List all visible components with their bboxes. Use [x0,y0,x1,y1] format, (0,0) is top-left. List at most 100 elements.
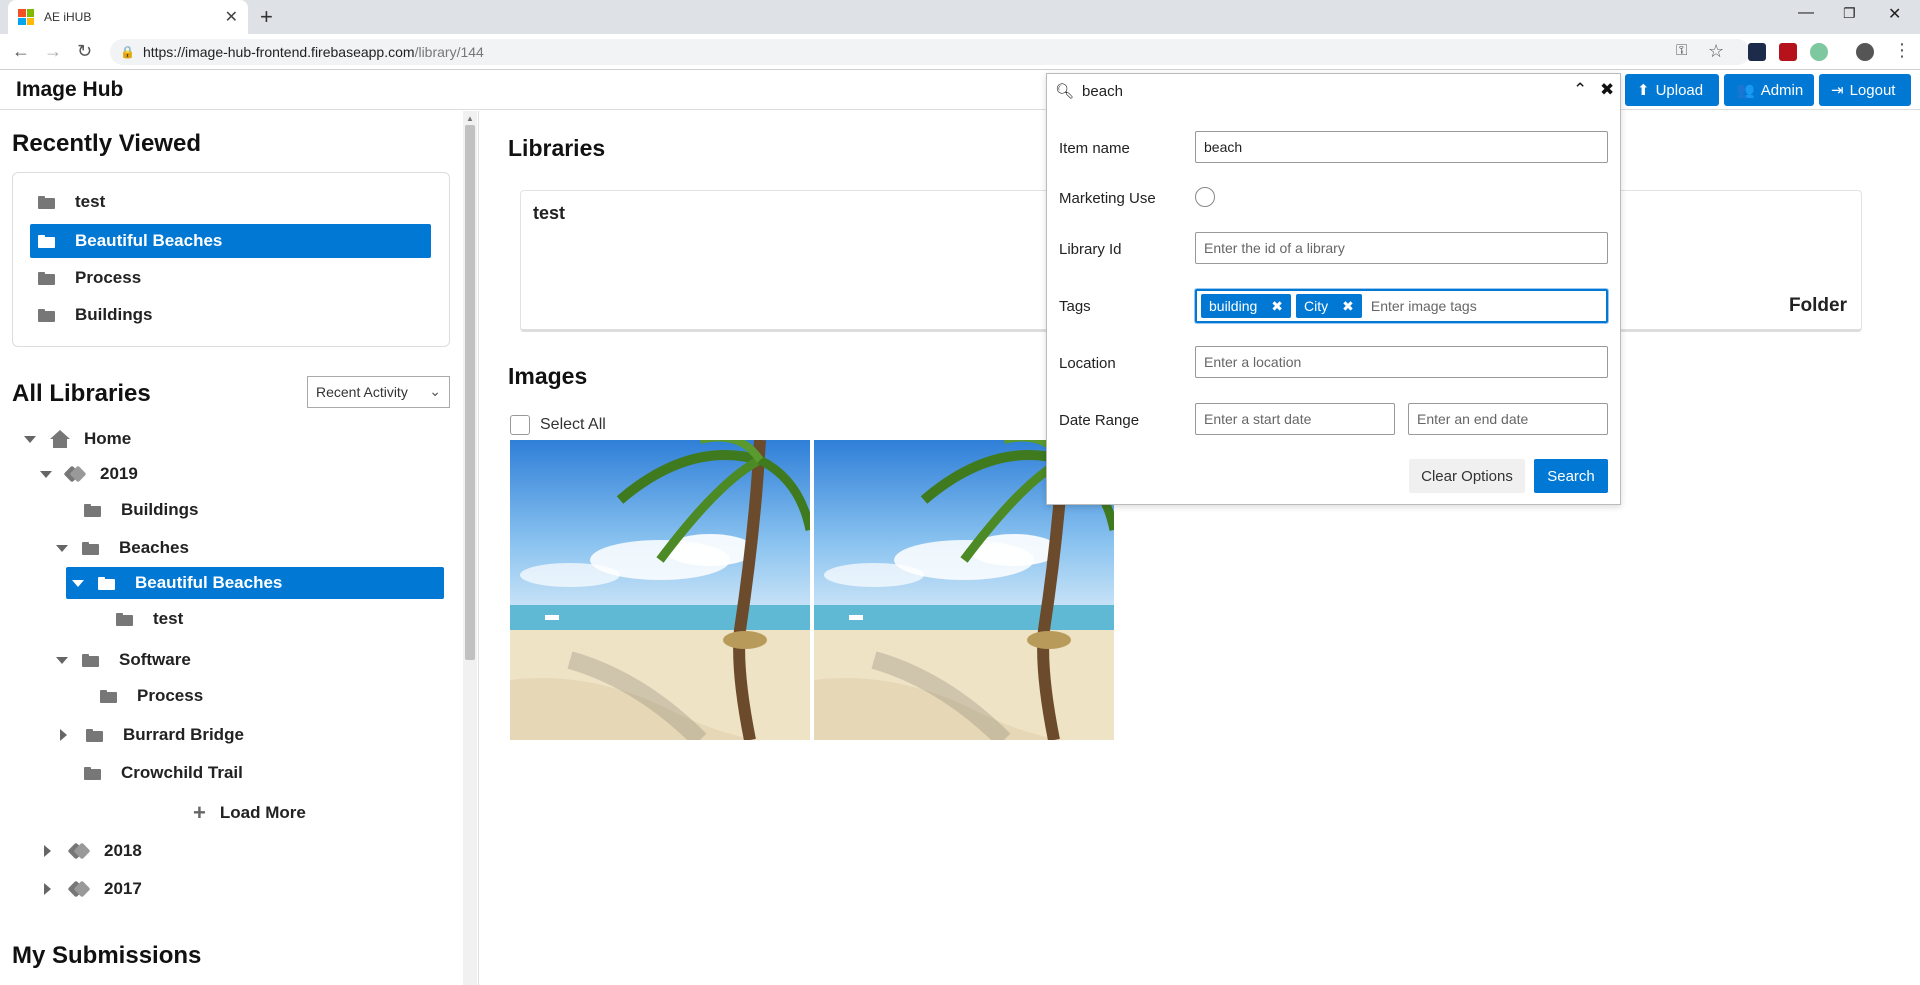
tree-item-beaches[interactable]: Beaches [56,532,189,564]
tree-item-buildings[interactable]: Buildings [84,494,198,526]
select-all-checkbox[interactable] [510,415,530,435]
tag-chip: City ✖ [1296,294,1362,318]
close-tab-icon[interactable]: ✕ [225,7,238,27]
recent-item-buildings[interactable]: Buildings [30,298,431,332]
sort-select[interactable]: Recent Activity ⌄ [307,376,450,408]
load-more-button[interactable]: + Load More [193,800,306,826]
recent-item-label: Process [75,268,142,287]
marketing-use-radio[interactable] [1195,187,1215,207]
images-heading: Images [508,363,588,389]
search-bar[interactable]: 🔍︎ beach [1047,74,1620,108]
tree-item-home[interactable]: Home [24,423,131,455]
tree-item-label: Process [137,686,204,705]
tree-item-label: Beaches [119,538,189,557]
clear-options-button[interactable]: Clear Options [1409,459,1525,493]
tree-item-process[interactable]: Process [100,680,203,712]
browser-tab[interactable]: AE iHUB ✕ [8,0,248,34]
tree-item-crowchild-trail[interactable]: Crowchild Trail [84,757,243,789]
search-query[interactable]: beach [1082,83,1123,100]
url-host: https://image-hub-frontend.firebaseapp.c… [142,44,415,60]
location-input[interactable]: Enter a location [1195,346,1608,378]
restore-icon[interactable]: ❐ [1843,5,1856,22]
recent-item-process[interactable]: Process [30,261,431,295]
item-name-input[interactable]: beach [1195,131,1608,163]
folder-icon [84,766,101,780]
tree-item-software[interactable]: Software [56,644,191,676]
forward-icon[interactable]: → [44,41,62,62]
item-name-value: beach [1204,139,1243,155]
tags-input[interactable]: building ✖ City ✖ Enter image tags [1195,289,1608,323]
ublock-icon[interactable] [1779,43,1797,61]
users-icon: 👥 [1736,82,1755,99]
expand-caret-icon[interactable] [44,845,51,857]
expand-caret-icon[interactable] [60,729,67,741]
start-date-placeholder: Enter a start date [1204,411,1312,427]
end-date-input[interactable]: Enter an end date [1408,403,1608,435]
chevron-down-icon: ⌄ [429,383,441,399]
collapse-caret-icon[interactable] [40,470,52,478]
select-all[interactable]: Select All [510,415,606,435]
upload-button-label: Upload [1655,81,1704,99]
admin-button[interactable]: 👥 Admin [1724,74,1814,106]
expand-caret-icon[interactable] [44,883,51,895]
logout-button[interactable]: ⇥ Logout [1819,74,1911,106]
recent-item-beautiful-beaches[interactable]: Beautiful Beaches [30,224,431,258]
folder-icon [82,653,99,667]
key-icon[interactable]: ⚿ [1676,42,1687,59]
tags-icon [70,844,90,858]
tree-item-burrard-bridge[interactable]: Burrard Bridge [58,719,244,751]
load-more-label: Load More [219,803,306,822]
bookmark-star-icon[interactable]: ☆ [1708,41,1724,62]
tree-item-beautiful-beaches[interactable]: Beautiful Beaches [66,567,444,599]
tree-item-test[interactable]: test [116,603,183,635]
collapse-caret-icon[interactable] [24,435,36,443]
browser-menu-icon[interactable]: ⋮ [1893,40,1911,61]
plus-icon: + [193,800,206,825]
tree-item-label: Crowchild Trail [121,763,243,782]
recent-item-label: Buildings [75,305,153,324]
back-icon[interactable]: ← [12,41,30,62]
recent-item-test[interactable]: test [30,185,431,219]
image-thumbnail[interactable] [510,440,810,740]
minimize-icon[interactable]: — [1798,4,1814,22]
new-tab-icon[interactable]: + [260,4,273,30]
upload-icon: ⬆ [1637,82,1650,99]
start-date-input[interactable]: Enter a start date [1195,403,1395,435]
app-brand[interactable]: Image Hub [16,78,123,102]
address-bar[interactable]: 🔒 https://image-hub-frontend.firebaseapp… [110,39,1750,65]
browser-tabstrip: AE iHUB ✕ + — ❐ ✕ [0,0,1920,34]
sidebar-scroll-thumb[interactable] [465,125,475,660]
app-header: Image Hub ⬆ Upload 👥 Admin ⇥ Logout [0,70,1920,110]
tree-item-label: 2017 [104,879,142,898]
remove-tag-icon[interactable]: ✖ [1271,298,1283,315]
folder-icon [98,576,115,590]
react-devtools-icon[interactable] [1748,43,1766,61]
folder-icon [116,612,133,626]
tag-chip-label: building [1209,298,1258,314]
tree-item-2017[interactable]: 2017 [42,873,142,905]
lock-icon: 🔒 [120,45,135,59]
chevron-up-icon[interactable]: ⌃ [1573,80,1587,100]
browser-toolbar: ← → ↻ 🔒 https://image-hub-frontend.fireb… [0,34,1920,70]
home-icon [50,430,70,448]
search-button[interactable]: Search [1534,459,1608,493]
close-icon[interactable]: ✖ [1600,80,1614,100]
window-close-icon[interactable]: ✕ [1888,4,1901,24]
tag-chip-label: City [1304,298,1329,314]
collapse-caret-icon[interactable] [56,544,68,552]
collapse-caret-icon[interactable] [56,656,68,664]
collapse-caret-icon[interactable] [72,579,84,587]
recently-viewed-heading: Recently Viewed [12,130,201,157]
tree-item-label: Software [119,650,191,669]
library-id-input[interactable]: Enter the id of a library [1195,232,1608,264]
extension-icon[interactable] [1810,43,1828,61]
upload-button[interactable]: ⬆ Upload [1625,74,1719,106]
profile-avatar-icon[interactable] [1856,43,1874,61]
tree-item-2019[interactable]: 2019 [40,458,138,490]
my-submissions-heading: My Submissions [12,942,202,969]
remove-tag-icon[interactable]: ✖ [1342,298,1354,315]
tree-item-2018[interactable]: 2018 [42,835,142,867]
admin-button-label: Admin [1760,81,1804,99]
scroll-up-icon[interactable]: ▲ [466,114,474,123]
reload-icon[interactable]: ↻ [77,41,92,62]
